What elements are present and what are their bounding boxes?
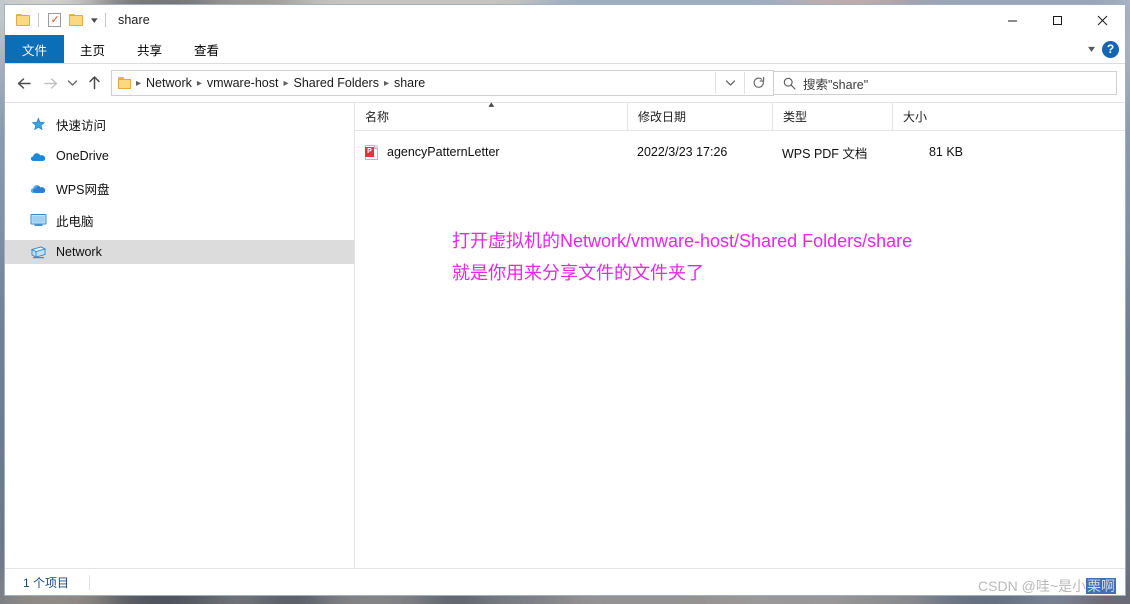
- search-icon: [783, 77, 796, 90]
- maximize-button[interactable]: [1035, 5, 1080, 35]
- minimize-button[interactable]: [990, 5, 1035, 35]
- item-count-status: 1 个项目: [23, 575, 70, 590]
- network-icon: [30, 244, 47, 261]
- tab-file[interactable]: 文件: [5, 35, 65, 63]
- column-label: 修改日期: [638, 110, 687, 124]
- navigation-pane: 快速访问 OneDrive WPS网盘 此电脑 Network: [5, 103, 355, 568]
- pdf-badge: P: [365, 146, 374, 157]
- column-header-name[interactable]: 名称 ▴: [355, 99, 627, 130]
- star-icon: [30, 116, 47, 133]
- column-label: 名称: [365, 110, 390, 124]
- recent-locations-button[interactable]: [63, 69, 81, 97]
- sidebar-item-label: OneDrive: [56, 149, 109, 163]
- monitor-icon: [30, 212, 47, 229]
- tab-share[interactable]: 共享: [121, 35, 178, 63]
- qat-separator-1: [38, 13, 39, 27]
- sidebar-item-label: 此电脑: [56, 214, 94, 229]
- window-controls: [990, 5, 1125, 35]
- sidebar-item-quick-access[interactable]: 快速访问: [5, 112, 354, 136]
- chevron-down-icon[interactable]: ▾: [87, 9, 101, 31]
- close-button[interactable]: [1080, 5, 1125, 35]
- breadcrumb-separator[interactable]: ▸: [282, 78, 289, 89]
- breadcrumb-item-vmware-host[interactable]: vmware-host: [203, 75, 283, 91]
- sidebar-item-wps-cloud[interactable]: WPS网盘: [5, 176, 354, 200]
- help-button[interactable]: ?: [1102, 40, 1119, 58]
- column-header-type[interactable]: 类型: [772, 103, 892, 130]
- ribbon-tab-bar: 文件 主页 共享 查看 ▾ ?: [5, 35, 1125, 64]
- title-bar: ✓ ▾ share: [5, 5, 1125, 35]
- main-content: 快速访问 OneDrive WPS网盘 此电脑 Network 名称 ▴ 修改日…: [5, 99, 1125, 568]
- properties-icon[interactable]: ✓: [43, 9, 65, 31]
- sidebar-item-label: Network: [56, 245, 102, 259]
- breadcrumb-separator: ▸: [136, 77, 142, 89]
- refresh-button[interactable]: [744, 72, 773, 94]
- forward-button[interactable]: [37, 69, 63, 97]
- address-dropdown-button[interactable]: [715, 72, 744, 94]
- column-label: 类型: [783, 110, 808, 124]
- address-bar[interactable]: ▸ Network ▸ vmware-host ▸ Shared Folders…: [111, 70, 774, 96]
- column-header-size[interactable]: 大小: [892, 103, 974, 130]
- folder-icon[interactable]: [12, 9, 34, 31]
- window-title: share: [118, 13, 150, 27]
- search-placeholder: 搜索"share": [803, 77, 869, 92]
- cloud-icon: [30, 148, 47, 165]
- table-row[interactable]: P agencyPatternLetter 2022/3/23 17:26 WP…: [355, 139, 1125, 165]
- file-list-pane: 名称 ▴ 修改日期 类型 大小 P agencyPatternLetter 20…: [355, 99, 1125, 568]
- status-bar: 1 个项目: [5, 568, 1125, 595]
- file-name-cell: P agencyPatternLetter: [355, 144, 627, 160]
- sidebar-item-label: 快速访问: [56, 118, 107, 133]
- file-type-cell: WPS PDF 文档: [782, 146, 868, 161]
- chevron-down-icon[interactable]: ▾: [1088, 44, 1095, 55]
- status-separator: [89, 574, 91, 590]
- file-explorer-window: ✓ ▾ share 文件 主页 共享 查看 ▾ ? ▸ Network ▸ vm…: [4, 4, 1126, 596]
- cloud-icon: [30, 180, 47, 197]
- sidebar-item-label: WPS网盘: [56, 182, 110, 197]
- breadcrumb-item-shared-folders[interactable]: Shared Folders: [289, 75, 382, 91]
- pdf-file-icon: P: [365, 144, 378, 160]
- breadcrumb-item-network[interactable]: Network: [142, 75, 196, 91]
- file-rows: P agencyPatternLetter 2022/3/23 17:26 WP…: [355, 131, 1125, 568]
- ribbon-right-controls: ▾ ?: [1088, 35, 1119, 63]
- breadcrumb-item-share[interactable]: share: [390, 75, 429, 91]
- quick-access-toolbar: ✓ ▾: [5, 9, 110, 31]
- navigation-bar: ▸ Network ▸ vmware-host ▸ Shared Folders…: [5, 64, 1125, 102]
- search-input[interactable]: 搜索"share": [774, 71, 1117, 95]
- sidebar-item-onedrive[interactable]: OneDrive: [5, 144, 354, 168]
- folder-icon: [118, 77, 132, 89]
- file-size-cell: 81 KB: [928, 145, 963, 159]
- column-label: 大小: [903, 110, 928, 124]
- breadcrumb: ▸ Network ▸ vmware-host ▸ Shared Folders…: [112, 75, 715, 91]
- breadcrumb-separator[interactable]: ▸: [383, 78, 390, 89]
- tab-view[interactable]: 查看: [178, 35, 235, 63]
- up-button[interactable]: [81, 69, 107, 97]
- sidebar-item-this-pc[interactable]: 此电脑: [5, 208, 354, 232]
- sidebar-item-network[interactable]: Network: [5, 240, 354, 264]
- file-name: agencyPatternLetter: [387, 145, 500, 159]
- column-header-row: 名称 ▴ 修改日期 类型 大小: [355, 99, 1125, 131]
- file-date-cell: 2022/3/23 17:26: [637, 145, 728, 159]
- breadcrumb-separator[interactable]: ▸: [196, 78, 203, 89]
- new-folder-icon[interactable]: [65, 9, 87, 31]
- back-button[interactable]: [11, 69, 37, 97]
- tab-home[interactable]: 主页: [64, 35, 121, 63]
- sort-ascending-icon: ▴: [488, 99, 495, 109]
- qat-separator-2: [105, 13, 106, 27]
- column-header-date[interactable]: 修改日期: [627, 103, 772, 130]
